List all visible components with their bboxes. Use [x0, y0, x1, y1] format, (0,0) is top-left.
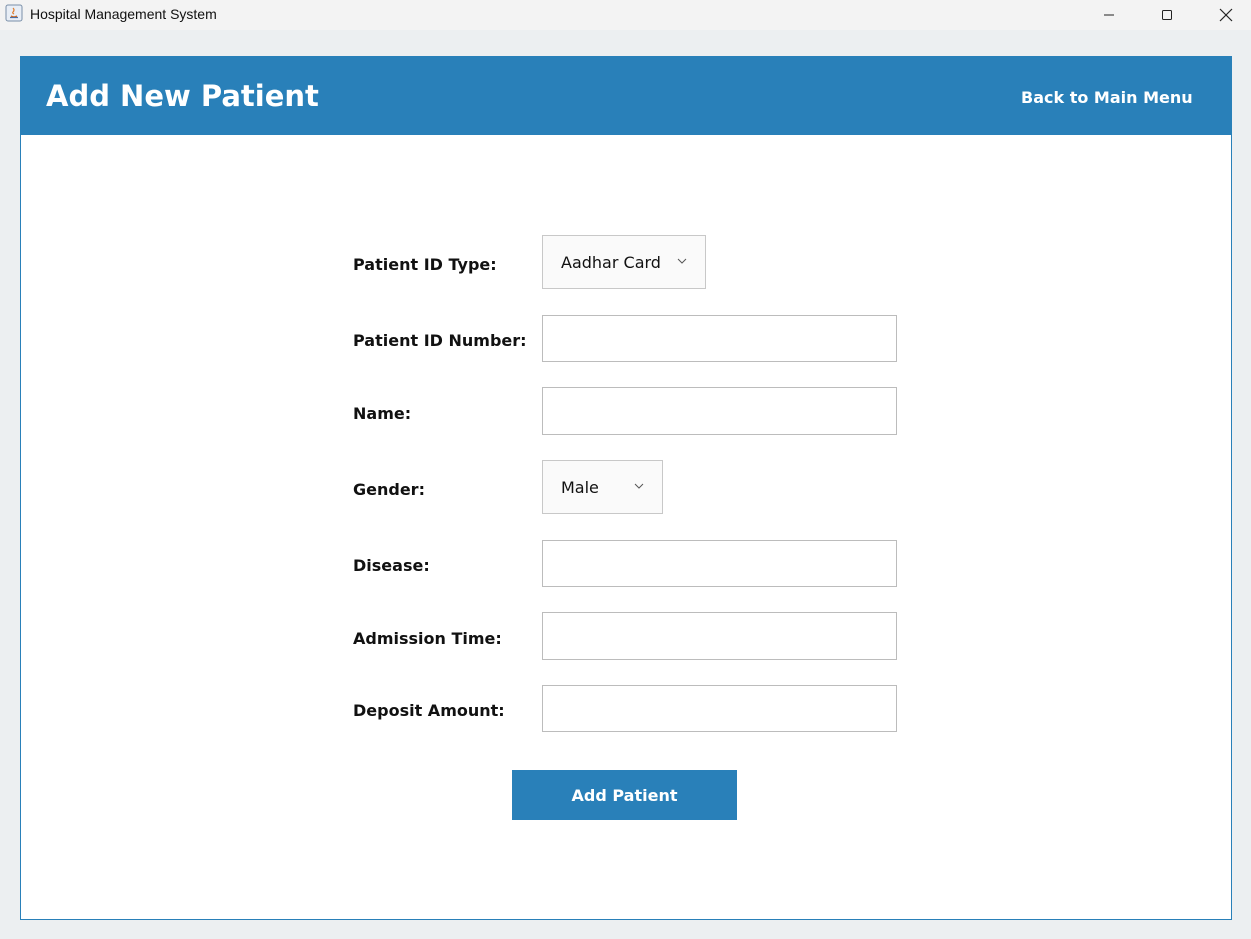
app-window: Hospital Management System Add New Patie… [0, 0, 1251, 939]
admission-time-label: Admission Time: [353, 629, 502, 648]
page-title: Add New Patient [46, 79, 319, 113]
deposit-amount-field[interactable] [542, 685, 897, 732]
close-button[interactable] [1203, 0, 1249, 30]
admission-time-field[interactable] [542, 612, 897, 660]
add-patient-button[interactable]: Add Patient [512, 770, 737, 820]
disease-label: Disease: [353, 556, 430, 575]
name-field[interactable] [542, 387, 897, 435]
minimize-icon [1104, 14, 1114, 16]
minimize-button[interactable] [1086, 0, 1132, 30]
chevron-down-icon [677, 258, 687, 264]
page-header: Add New Patient Back to Main Menu [21, 57, 1231, 135]
gender-select[interactable]: Male [542, 460, 663, 514]
window-title: Hospital Management System [30, 6, 217, 22]
name-label: Name: [353, 404, 412, 423]
maximize-icon [1162, 10, 1172, 20]
id-type-label: Patient ID Type: [353, 255, 497, 274]
chevron-down-icon [634, 483, 644, 489]
disease-field[interactable] [542, 540, 897, 587]
java-app-icon [5, 4, 23, 22]
title-bar: Hospital Management System [0, 0, 1251, 30]
gender-label: Gender: [353, 480, 425, 499]
id-number-label: Patient ID Number: [353, 331, 527, 350]
back-to-main-menu-link[interactable]: Back to Main Menu [1021, 88, 1193, 107]
deposit-amount-label: Deposit Amount: [353, 701, 505, 720]
maximize-button[interactable] [1144, 0, 1190, 30]
id-type-select[interactable]: Aadhar Card [542, 235, 706, 289]
close-icon [1219, 8, 1233, 22]
id-type-selected-value: Aadhar Card [561, 252, 661, 272]
id-number-field[interactable] [542, 315, 897, 362]
gender-selected-value: Male [561, 477, 599, 497]
add-patient-panel: Add New Patient Back to Main Menu Patien… [20, 56, 1232, 920]
